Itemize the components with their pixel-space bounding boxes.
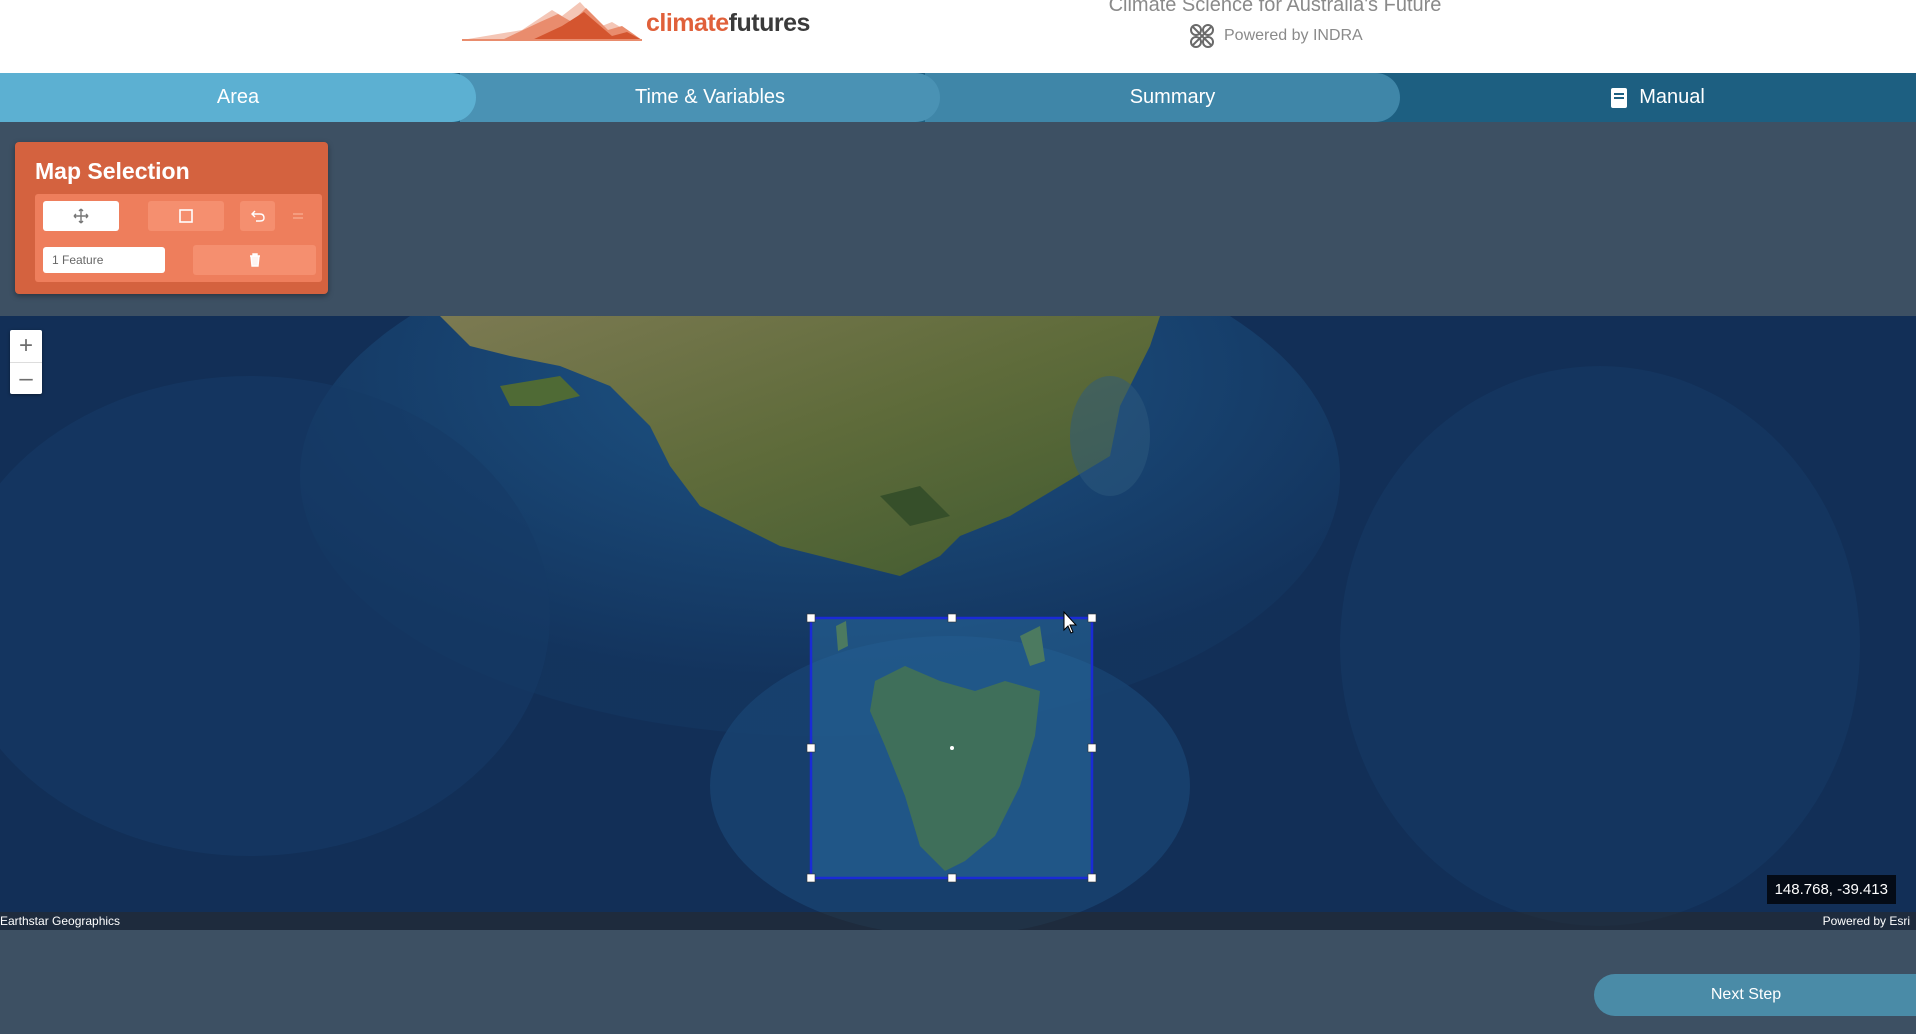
handle-sw — [806, 873, 816, 883]
zoom-out-button[interactable]: – — [10, 362, 42, 394]
step-tabs: Summary Time & Variables Area Manual — [0, 73, 1916, 122]
map-view[interactable]: + – 148.768, -39.413 Earthstar Geographi… — [0, 316, 1916, 930]
selection-toolbar: 1 Feature — [35, 194, 322, 282]
tab-area[interactable]: Area — [0, 73, 476, 122]
tab-time-variables[interactable]: Time & Variables — [460, 73, 940, 122]
undo-icon — [250, 210, 265, 222]
attribution-right[interactable]: Powered by Esri — [1823, 914, 1910, 928]
next-step-button[interactable]: Next Step — [1594, 974, 1920, 1016]
pan-tool-button[interactable] — [43, 201, 119, 231]
powered-by-text: Powered by INDRA — [1224, 27, 1363, 44]
app-header: climatefutures Climate Science for Austr… — [0, 0, 1916, 73]
handle-e — [1087, 743, 1097, 753]
logo-wordmark: climatefutures — [646, 9, 810, 38]
tab-summary[interactable]: Summary — [925, 73, 1400, 122]
handle-n — [947, 613, 957, 623]
attribution-bar: Earthstar Geographics Powered by Esri — [0, 912, 1916, 930]
page-scrollbar[interactable] — [1916, 0, 1920, 1034]
selection-rectangle[interactable] — [0, 316, 1916, 930]
mountains-logo-icon — [462, 2, 642, 41]
move-icon — [73, 208, 89, 224]
attribution-left: Earthstar Geographics — [0, 914, 121, 928]
tab-area-label: Area — [216, 86, 260, 108]
undo-button[interactable] — [240, 201, 275, 231]
logo-suffix: futures — [728, 8, 811, 37]
panel-title: Map Selection — [35, 158, 190, 184]
delete-feature-button[interactable] — [193, 245, 316, 275]
selection-center — [950, 746, 954, 750]
handle-s — [947, 873, 957, 883]
logo-prefix: climate — [646, 8, 729, 37]
handle-se — [1087, 873, 1097, 883]
redo-button[interactable] — [283, 201, 313, 231]
rectangle-icon — [179, 209, 193, 223]
climatefutures-logo[interactable]: climatefutures — [462, 0, 810, 42]
tab-manual[interactable]: Manual — [1400, 73, 1916, 122]
tagline: Climate Science for Australia's Future — [1108, 0, 1442, 16]
zoom-control: + – — [10, 330, 42, 394]
feature-count-field: 1 Feature — [43, 247, 165, 273]
handle-ne — [1087, 613, 1097, 623]
handle-w — [806, 743, 816, 753]
zoom-in-button[interactable]: + — [10, 330, 42, 362]
coordinate-readout: 148.768, -39.413 — [1766, 875, 1896, 904]
handle-nw — [806, 613, 816, 623]
cursor-icon — [1063, 610, 1078, 634]
trash-icon — [249, 253, 260, 267]
powered-by: Powered by INDRA — [1188, 22, 1363, 50]
tab-time-variables-label: Time & Variables — [634, 86, 786, 108]
book-icon — [1611, 87, 1628, 108]
tab-manual-label: Manual — [1639, 86, 1705, 108]
rectangle-tool-button[interactable] — [148, 201, 224, 231]
tab-summary-label: Summary — [1129, 86, 1216, 108]
indra-logo-icon — [1190, 24, 1214, 48]
map-selection-panel: Map Selection 1 Feature — [15, 142, 328, 294]
redo-icon — [293, 213, 303, 219]
